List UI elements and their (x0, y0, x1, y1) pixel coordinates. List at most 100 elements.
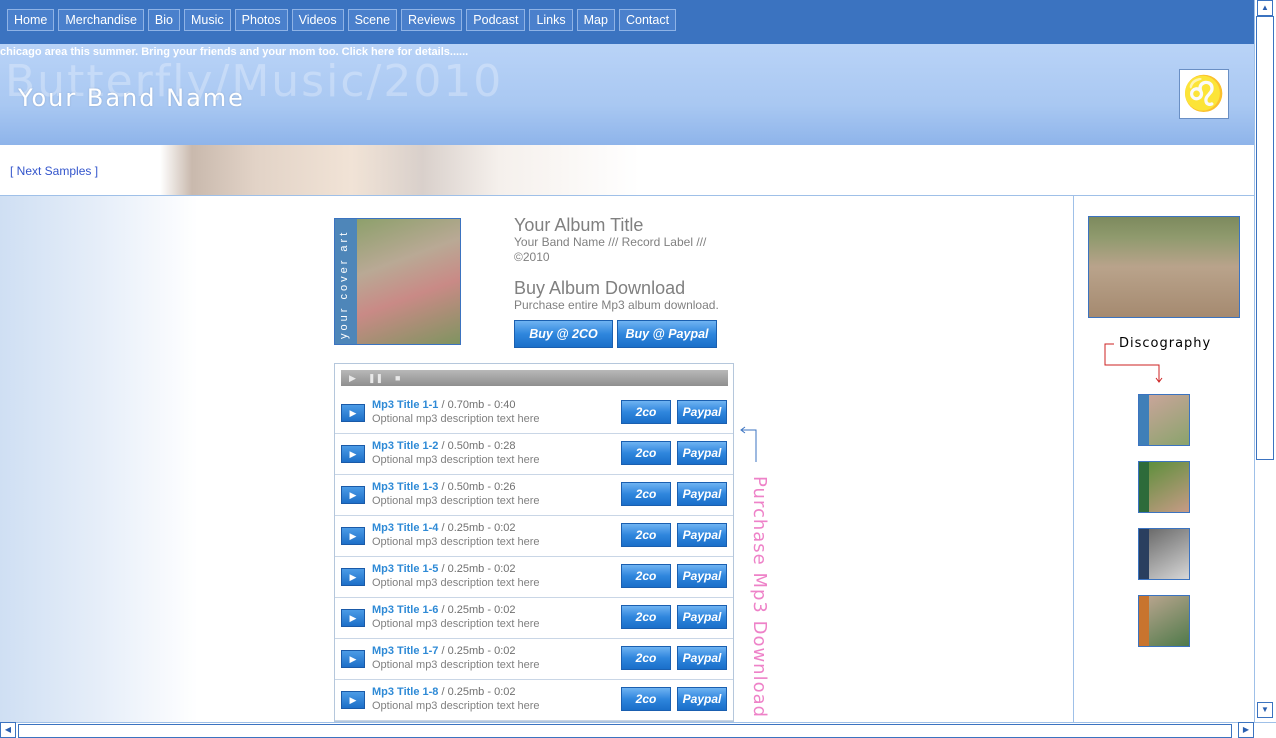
track-title[interactable]: Mp3 Title 1-7 (372, 645, 438, 657)
horizontal-scroll-thumb[interactable] (18, 724, 1232, 738)
track-2co-button[interactable]: 2co (621, 646, 671, 670)
thumb-image (1149, 529, 1189, 579)
thumb-spine (1139, 529, 1149, 579)
discography-thumb[interactable] (1138, 528, 1190, 580)
purchase-arrow-icon (740, 426, 757, 462)
track-title-line: Mp3 Title 1-8 / 0.25mb - 0:02 (372, 686, 515, 698)
nav-item-music[interactable]: Music (184, 9, 231, 31)
track-paypal-button[interactable]: Paypal (677, 687, 727, 711)
purchase-label: Purchase Mp3 Download (742, 476, 772, 718)
scroll-left-icon[interactable]: ◀ (0, 722, 16, 738)
track-paypal-button[interactable]: Paypal (677, 605, 727, 629)
discography-label: Discography (1119, 336, 1212, 351)
scroll-down-icon[interactable]: ▼ (1257, 702, 1273, 718)
track-title[interactable]: Mp3 Title 1-1 (372, 399, 438, 411)
track-row: ▶ Mp3 Title 1-1 / 0.70mb - 0:40 Optional m… (335, 393, 733, 434)
nav-item-podcast[interactable]: Podcast (466, 9, 526, 31)
track-play-icon[interactable]: ▶ (341, 445, 365, 463)
track-title[interactable]: Mp3 Title 1-6 (372, 604, 438, 616)
nav-item-merchandise[interactable]: Merchandise (58, 9, 144, 31)
album-subtitle: Your Band Name /// Record Label /// ©201… (514, 235, 707, 264)
nav-item-scene[interactable]: Scene (347, 9, 398, 31)
track-title[interactable]: Mp3 Title 1-5 (372, 563, 438, 575)
track-meta: / 0.25mb - 0:02 (438, 522, 516, 534)
track-2co-button[interactable]: 2co (621, 687, 671, 711)
purchase-label-text: Purchase Mp3 Download (749, 476, 770, 719)
track-paypal-button[interactable]: Paypal (677, 646, 727, 670)
vertical-scroll-thumb[interactable] (1256, 16, 1274, 460)
nav-item-reviews[interactable]: Reviews (401, 9, 463, 31)
player-pause-icon[interactable]: ❚❚ (368, 373, 383, 384)
track-2co-button[interactable]: 2co (621, 441, 671, 465)
track-title[interactable]: Mp3 Title 1-2 (372, 440, 438, 452)
scroll-right-icon[interactable]: ▶ (1238, 722, 1254, 738)
thumb-spine (1139, 462, 1149, 512)
sidebar-photo[interactable] (1088, 216, 1240, 318)
album-cover: your cover art (334, 218, 461, 345)
track-row: ▶ Mp3 Title 1-5 / 0.25mb - 0:02 Optional m… (335, 557, 733, 598)
track-paypal-button[interactable]: Paypal (677, 400, 727, 424)
site-header: chicago area this summer. Bring your fri… (0, 44, 1254, 145)
cover-image (357, 219, 460, 344)
nav-item-home[interactable]: Home (7, 9, 55, 31)
track-title[interactable]: Mp3 Title 1-4 (372, 522, 438, 534)
track-row: ▶ Mp3 Title 1-7 / 0.25mb - 0:02 Optional m… (335, 639, 733, 680)
track-title-line: Mp3 Title 1-5 / 0.25mb - 0:02 (372, 563, 515, 575)
track-title-line: Mp3 Title 1-1 / 0.70mb - 0:40 (372, 399, 515, 411)
player-stop-icon[interactable]: ■ (395, 373, 400, 383)
discography-thumb[interactable] (1138, 394, 1190, 446)
discography-thumb[interactable] (1138, 461, 1190, 513)
track-2co-button[interactable]: 2co (621, 564, 671, 588)
thumb-spine (1139, 395, 1149, 445)
nav-item-videos[interactable]: Videos (291, 9, 344, 31)
track-play-icon[interactable]: ▶ (341, 486, 365, 504)
track-title-line: Mp3 Title 1-4 / 0.25mb - 0:02 (372, 522, 515, 534)
track-play-icon[interactable]: ▶ (341, 527, 365, 545)
album-title: Your Album Title (514, 215, 644, 235)
next-samples-link[interactable]: [ Next Samples ] (10, 164, 98, 178)
buy-album-subtitle: Purchase entire Mp3 album download. (514, 298, 719, 312)
track-2co-button[interactable]: 2co (621, 482, 671, 506)
track-title-line: Mp3 Title 1-7 / 0.25mb - 0:02 (372, 645, 515, 657)
track-title[interactable]: Mp3 Title 1-8 (372, 686, 438, 698)
track-play-icon[interactable]: ▶ (341, 691, 365, 709)
track-paypal-button[interactable]: Paypal (677, 482, 727, 506)
scroll-up-icon[interactable]: ▲ (1257, 0, 1273, 16)
buy-paypal-button[interactable]: Buy @ Paypal (617, 320, 717, 348)
track-play-icon[interactable]: ▶ (341, 404, 365, 422)
thumb-image (1149, 395, 1189, 445)
track-paypal-button[interactable]: Paypal (677, 564, 727, 588)
track-2co-button[interactable]: 2co (621, 605, 671, 629)
track-meta: / 0.25mb - 0:02 (438, 686, 516, 698)
track-row: ▶ Mp3 Title 1-4 / 0.25mb - 0:02 Optional m… (335, 516, 733, 557)
track-paypal-button[interactable]: Paypal (677, 441, 727, 465)
track-meta: / 0.25mb - 0:02 (438, 604, 516, 616)
discography-thumb[interactable] (1138, 595, 1190, 647)
photo-strip: [ Next Samples ] (0, 145, 1254, 196)
track-2co-button[interactable]: 2co (621, 400, 671, 424)
track-description: Optional mp3 description text here (372, 536, 540, 548)
track-meta: / 0.25mb - 0:02 (438, 563, 516, 575)
cover-spine: your cover art (335, 219, 357, 344)
cover-spine-text: your cover art (338, 229, 350, 339)
track-play-icon[interactable]: ▶ (341, 609, 365, 627)
track-description: Optional mp3 description text here (372, 618, 540, 630)
track-paypal-button[interactable]: Paypal (677, 523, 727, 547)
track-play-icon[interactable]: ▶ (341, 568, 365, 586)
main-nav: Home Merchandise Bio Music Photos Videos Scene… (7, 9, 677, 31)
track-title[interactable]: Mp3 Title 1-3 (372, 481, 438, 493)
nav-item-map[interactable]: Map (576, 9, 615, 31)
track-row: ▶ Mp3 Title 1-8 / 0.25mb - 0:02 Optional m… (335, 680, 733, 721)
nav-item-contact[interactable]: Contact (618, 9, 677, 31)
nav-item-photos[interactable]: Photos (234, 9, 288, 31)
buy-2co-button[interactable]: Buy @ 2CO (514, 320, 613, 348)
nav-item-bio[interactable]: Bio (147, 9, 180, 31)
track-play-icon[interactable]: ▶ (341, 650, 365, 668)
player-play-icon[interactable]: ▶ (349, 373, 356, 384)
track-row: ▶ Mp3 Title 1-3 / 0.50mb - 0:26 Optional m… (335, 475, 733, 516)
nav-item-links[interactable]: Links (529, 9, 573, 31)
track-2co-button[interactable]: 2co (621, 523, 671, 547)
top-nav-bar: Home Merchandise Bio Music Photos Videos Scene… (0, 0, 1254, 44)
thumb-image (1149, 462, 1189, 512)
audio-player-bar: ▶ ❚❚ ■ (341, 370, 728, 386)
